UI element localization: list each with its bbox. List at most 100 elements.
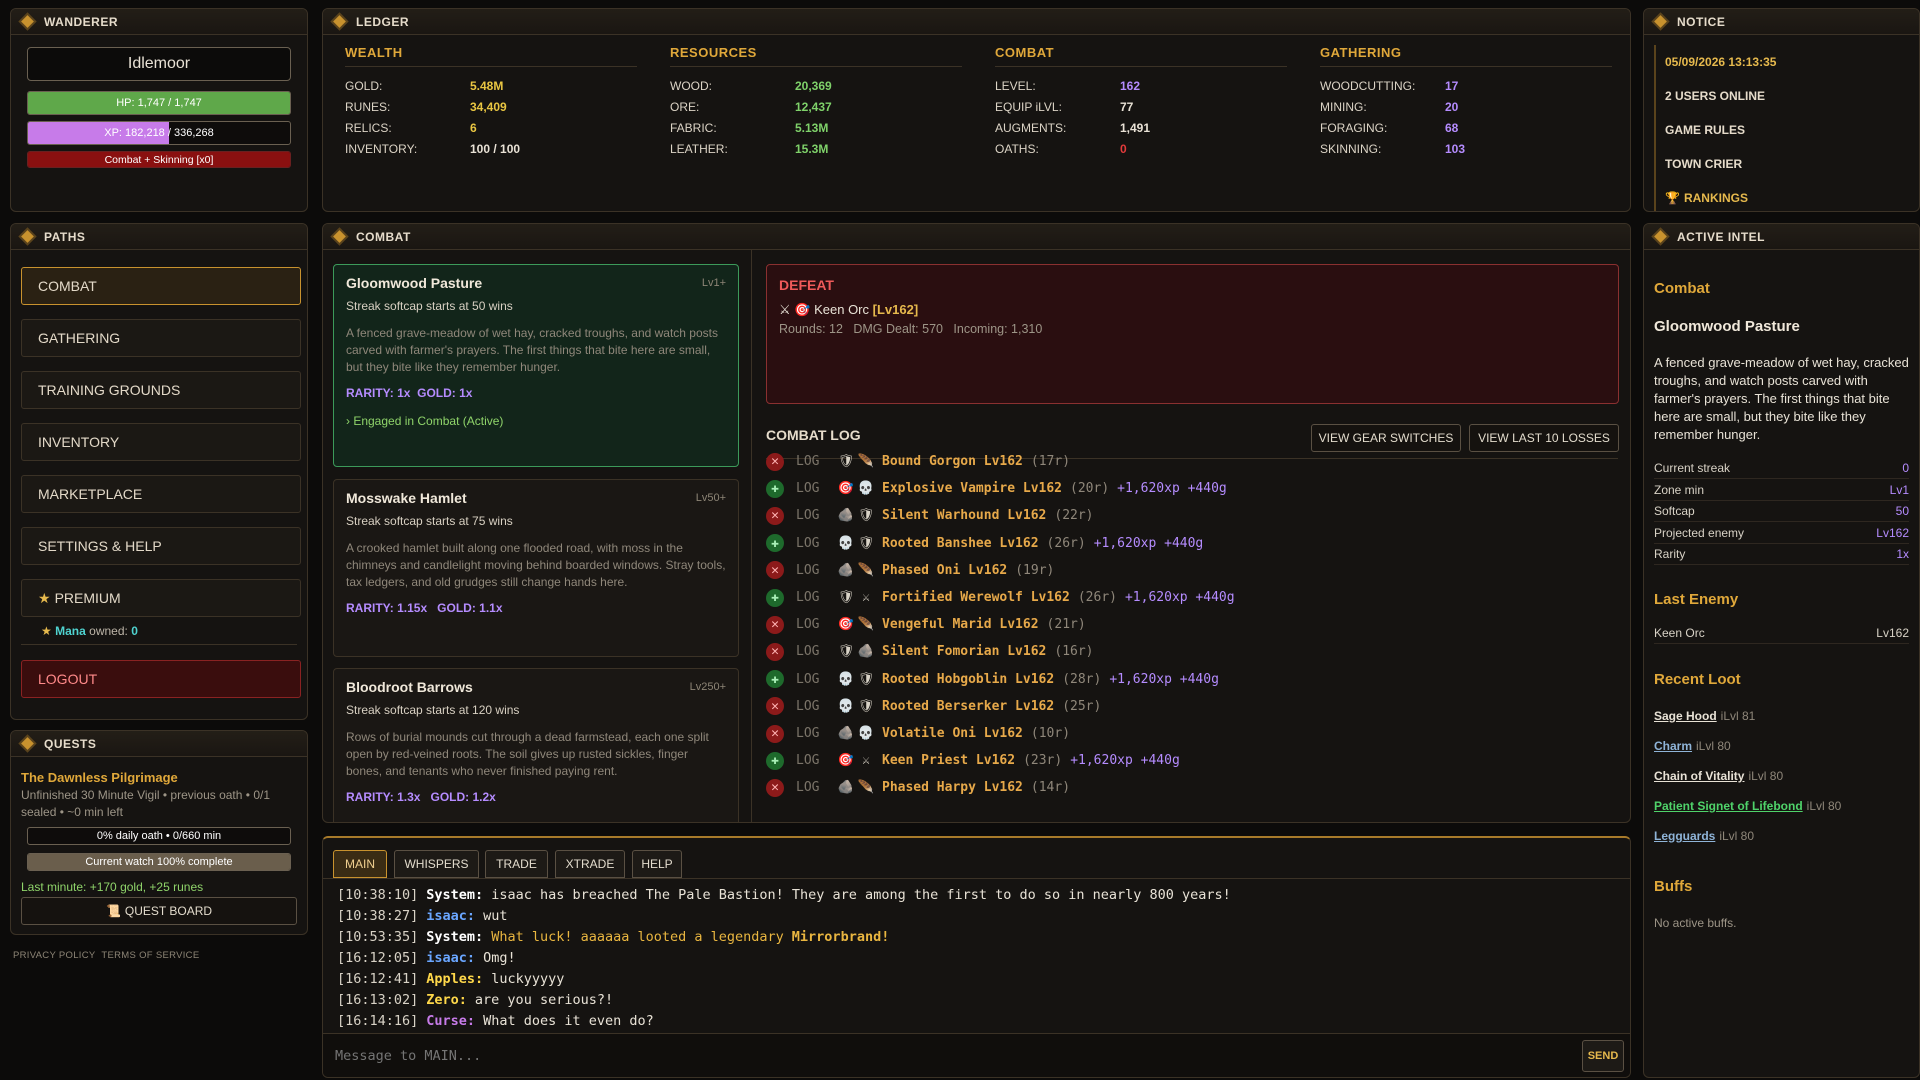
ability-icon: 🪶 [857, 562, 875, 578]
win-icon: ✚ [766, 479, 784, 498]
win-icon: ✚ [766, 534, 784, 553]
chat-user[interactable]: isaac: [426, 908, 475, 924]
path-marketplace[interactable]: MARKETPLACE [21, 475, 301, 513]
rankings-link[interactable]: 🏆 RANKINGS [1665, 181, 1919, 211]
loot-item-name[interactable]: Sage Hood [1654, 709, 1717, 723]
last-enemy-name: Keen Orc [1654, 626, 1705, 640]
view-last-losses-button[interactable]: VIEW LAST 10 LOSSES [1469, 424, 1619, 452]
path-inventory[interactable]: INVENTORY [21, 423, 301, 461]
combat-log-entry: ✕ LOG 🪨 🛡 Silent Warhound Lv162 (22r) [766, 502, 1094, 529]
path-marketplace-label: MARKETPLACE [38, 486, 143, 502]
wanderer-header: WANDERER [11, 9, 307, 35]
terms-of-service-link[interactable]: TERMS OF SERVICE [101, 950, 199, 961]
result-stats: Rounds: 12 DMG Dealt: 570 Incoming: 1,31… [779, 322, 1043, 336]
combat-header: COMBAT [323, 224, 1630, 250]
ability-icon: 🎯 [837, 617, 855, 633]
ledger-stat-value: 1,491 [1120, 120, 1151, 135]
ledger-panel: LEDGER WEALTH GOLD: 5.48M RUNES: 34,409 RELIC… [322, 8, 1631, 212]
log-tag[interactable]: LOG [796, 644, 836, 659]
ledger-stat-label: FABRIC: [670, 120, 717, 135]
ledger-stat-value: 77 [1120, 99, 1134, 114]
footer-links: PRIVACY POLICY TERMS OF SERVICE [13, 950, 199, 961]
combat-log-entry: ✕ LOG 💀 🛡 Rooted Berserker Lv162 (25r) [766, 693, 1101, 720]
tab-trade[interactable]: TRADE [485, 850, 548, 878]
log-tag[interactable]: LOG [796, 454, 836, 469]
chat-user[interactable]: Apples: [426, 971, 483, 987]
zone-multipliers: RARITY: 1.3x GOLD: 1.2x [346, 790, 726, 804]
ledger-stat-label: INVENTORY: [345, 141, 418, 156]
intel-stat-value: 50 [1895, 504, 1909, 518]
chat-user[interactable]: isaac: [426, 950, 475, 966]
log-tag[interactable]: LOG [796, 536, 836, 551]
path-settings-help[interactable]: SETTINGS & HELP [21, 527, 301, 565]
log-enemy: Keen Priest Lv162 [882, 753, 1016, 769]
server-datetime: 05/09/2026 13:13:35 [1665, 55, 1777, 69]
chat-user[interactable]: Curse: [426, 1013, 475, 1029]
intel-header: ACTIVE INTEL [1644, 224, 1919, 250]
zone-card-bloodroot[interactable]: Bloodroot Barrows Lv250+ Streak softcap … [333, 668, 739, 822]
town-crier-link[interactable]: TOWN CRIER [1665, 147, 1919, 181]
ledger-stat-value: 0 [1120, 141, 1127, 156]
tab-whispers[interactable]: WHISPERS [394, 850, 479, 878]
path-combat[interactable]: COMBAT [21, 267, 301, 305]
loot-item: Chain of Vitality iLvl 80 [1654, 769, 1783, 783]
quest-board-label: QUEST BOARD [124, 904, 213, 918]
xp-text: XP: 182,218 / 336,268 [104, 127, 214, 139]
loot-item-name[interactable]: Legguards [1654, 829, 1715, 843]
view-gear-switches-button[interactable]: VIEW GEAR SWITCHES [1311, 424, 1461, 452]
ledger-stat-value: 20 [1445, 99, 1459, 114]
star-icon: ★ [38, 589, 51, 606]
tab-main[interactable]: MAIN [333, 850, 387, 878]
zone-card-gloomwood[interactable]: Gloomwood Pasture Lv1+ Streak softcap st… [333, 264, 739, 467]
quest-board-button[interactable]: 📜 QUEST BOARD [21, 897, 297, 925]
logout-button[interactable]: LOGOUT [21, 660, 301, 698]
chat-input[interactable] [323, 1034, 1585, 1077]
buffs-text: No active buffs. [1654, 916, 1737, 930]
path-training-grounds[interactable]: TRAINING GROUNDS [21, 371, 301, 409]
chat-user[interactable]: Zero: [426, 992, 467, 1008]
crossed-swords-icon: ⚔ [779, 302, 791, 317]
log-enemy: Rooted Berserker Lv162 [882, 698, 1055, 714]
privacy-policy-link[interactable]: PRIVACY POLICY [13, 950, 96, 961]
log-reward: +1,620xp +440g [1093, 535, 1204, 551]
zone-card-mosswake[interactable]: Mosswake Hamlet Lv50+ Streak softcap sta… [333, 479, 739, 657]
log-tag[interactable]: LOG [796, 481, 836, 496]
tab-help[interactable]: HELP [632, 850, 682, 878]
log-tag[interactable]: LOG [796, 590, 836, 605]
ledger-stat-label: WOODCUTTING: [1320, 78, 1416, 93]
hp-bar: HP: 1,747 / 1,747 [27, 91, 291, 115]
path-gathering[interactable]: GATHERING [21, 319, 301, 357]
chat-user[interactable]: System: [426, 929, 483, 945]
send-button[interactable]: SEND [1582, 1040, 1624, 1072]
log-tag[interactable]: LOG [796, 780, 836, 795]
loot-item-name[interactable]: Chain of Vitality [1654, 769, 1744, 783]
combat-log-entry: ✕ LOG 🪨 💀 Volatile Oni Lv162 (10r) [766, 720, 1070, 747]
chat-message: [16:12:41] Apples: luckyyyyy [337, 968, 564, 989]
chat-item-highlight[interactable]: Mirrorbrand! [792, 929, 890, 945]
recent-loot-title: Recent Loot [1654, 671, 1741, 688]
log-tag[interactable]: LOG [796, 508, 836, 523]
tab-xtrade[interactable]: XTRADE [555, 850, 625, 878]
loot-item-name[interactable]: Patient Signet of Lifebond [1654, 799, 1803, 813]
combat-result: DEFEAT ⚔ 🎯 Keen Orc [Lv162] Rounds: 12 D… [766, 264, 1619, 404]
ability-icon: 🪨 [837, 562, 855, 578]
chat-input-row: SEND [323, 1033, 1630, 1077]
enemy-name: Keen Orc [814, 302, 870, 317]
zone-level: Lv1+ [701, 277, 726, 289]
zone-status: › Engaged in Combat (Active) [346, 414, 504, 428]
chat-user[interactable]: System: [426, 887, 483, 903]
log-tag[interactable]: LOG [796, 617, 836, 632]
loot-item-name[interactable]: Charm [1654, 739, 1692, 753]
log-tag[interactable]: LOG [796, 753, 836, 768]
path-premium-label: PREMIUM [54, 590, 121, 606]
log-tag[interactable]: LOG [796, 726, 836, 741]
game-rules-link[interactable]: GAME RULES [1665, 113, 1919, 147]
log-tag[interactable]: LOG [796, 699, 836, 714]
ledger-column-heading: COMBAT [995, 45, 1287, 67]
path-premium[interactable]: ★ PREMIUM [21, 579, 301, 617]
log-tag[interactable]: LOG [796, 563, 836, 578]
log-tag[interactable]: LOG [796, 672, 836, 687]
combat-log-entry: ✚ LOG 🎯 ⚔ Keen Priest Lv162 (23r) +1,620xp +44… [766, 747, 1180, 774]
loss-icon: ✕ [766, 561, 784, 580]
quests-panel: QUESTS The Dawnless Pilgrimage Unfinishe… [10, 730, 308, 935]
